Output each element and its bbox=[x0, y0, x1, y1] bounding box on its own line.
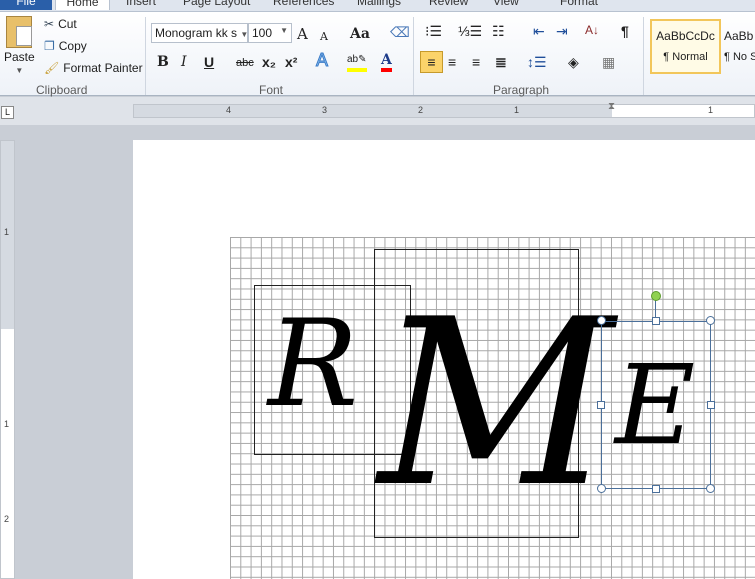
superscript-button[interactable]: x² bbox=[285, 54, 297, 70]
resize-handle[interactable] bbox=[597, 401, 605, 409]
style-label: ¶ No S bbox=[724, 51, 755, 63]
clipboard-icon bbox=[6, 16, 33, 48]
shading-icon[interactable]: ◈ bbox=[568, 54, 579, 70]
line-spacing-icon[interactable]: ↕☰ bbox=[527, 54, 547, 70]
tab-format[interactable]: Format bbox=[560, 0, 598, 10]
style-label: ¶ Normal bbox=[663, 51, 708, 63]
horizontal-ruler[interactable]: 4 3 2 1 1 ⧗ bbox=[133, 101, 755, 118]
resize-handle[interactable] bbox=[706, 484, 715, 493]
format-painter-label: Format Painter bbox=[63, 61, 143, 75]
sort-icon[interactable]: A↓ bbox=[585, 22, 599, 38]
clipboard-group-label: Clipboard bbox=[36, 83, 88, 97]
bold-button[interactable]: B bbox=[157, 54, 169, 70]
show-formatting-icon[interactable]: ¶ bbox=[621, 23, 629, 39]
shrink-font-icon[interactable]: A bbox=[320, 29, 328, 45]
ribbon: Paste ▼ ✂ Cut ❐ Copy 🖌 Format Painter Clipb… bbox=[0, 11, 755, 97]
ruler-number: 1 bbox=[4, 227, 10, 237]
tab-review[interactable]: Review bbox=[429, 0, 468, 10]
align-center-button[interactable]: ≡ bbox=[448, 54, 456, 70]
tab-mailings[interactable]: Mailings bbox=[357, 0, 401, 10]
tab-insert[interactable]: Insert bbox=[126, 0, 156, 10]
ruler-number: 3 bbox=[322, 105, 328, 115]
monogram-letter-left[interactable]: R bbox=[258, 290, 368, 440]
divider bbox=[413, 17, 414, 95]
resize-handle[interactable] bbox=[597, 484, 606, 493]
copy-icon: ❐ bbox=[44, 39, 55, 53]
ruler-margin bbox=[134, 105, 612, 117]
text-effects-icon[interactable]: A bbox=[315, 51, 328, 70]
resize-handle[interactable] bbox=[707, 401, 715, 409]
italic-button[interactable]: I bbox=[181, 54, 187, 70]
ruler-number: 1 bbox=[4, 419, 10, 429]
align-left-button[interactable]: ≡ bbox=[420, 51, 443, 73]
tab-selector[interactable]: L bbox=[1, 106, 14, 119]
ribbon-tabs: File Home Insert Page Layout References … bbox=[0, 0, 755, 11]
font-group-label: Font bbox=[259, 83, 284, 97]
ruler-number: 4 bbox=[226, 105, 232, 115]
style-no-spacing[interactable]: AaBb ¶ No S bbox=[724, 19, 755, 74]
chevron-down-icon: ▼ bbox=[15, 66, 24, 75]
font-size-select[interactable]: 100 ▼ bbox=[248, 23, 292, 43]
subscript-button[interactable]: x₂ bbox=[262, 54, 276, 70]
format-painter-button[interactable]: 🖌 Format Painter bbox=[44, 61, 143, 75]
paintbrush-icon: 🖌 bbox=[44, 61, 60, 75]
align-right-button[interactable]: ≡ bbox=[472, 54, 480, 70]
style-normal[interactable]: AaBbCcDc ¶ Normal bbox=[650, 19, 721, 74]
divider bbox=[145, 17, 146, 95]
ruler-number: 2 bbox=[418, 105, 424, 115]
copy-label: Copy bbox=[58, 39, 87, 53]
font-name-select[interactable]: Monogram kk s ▼ bbox=[151, 23, 248, 43]
decrease-indent-icon[interactable]: ⇤ bbox=[533, 23, 545, 39]
monogram-letter-right[interactable]: E bbox=[605, 335, 705, 475]
paste-button[interactable]: Paste ▼ bbox=[4, 16, 35, 75]
bullets-icon[interactable]: ⁝☰ bbox=[425, 23, 442, 39]
monogram-letter-center[interactable]: M bbox=[378, 270, 614, 540]
style-preview: AaBbCcDc bbox=[656, 29, 715, 43]
tab-view[interactable]: View bbox=[493, 0, 519, 10]
numbering-icon[interactable]: ⅓☰ bbox=[458, 23, 482, 39]
font-color-icon[interactable]: A bbox=[381, 52, 392, 72]
multilevel-list-icon[interactable]: ☷ bbox=[492, 23, 505, 39]
clear-formatting-icon[interactable]: ⌫ bbox=[390, 24, 410, 40]
cut-label: Cut bbox=[58, 17, 77, 31]
indent-marker[interactable]: ⧗ bbox=[608, 101, 615, 112]
change-case-icon[interactable]: Aa bbox=[350, 26, 370, 42]
grow-font-icon[interactable]: A bbox=[297, 26, 308, 42]
ruler-number: 2 bbox=[4, 514, 10, 524]
copy-button[interactable]: ❐ Copy bbox=[44, 39, 87, 53]
divider bbox=[643, 17, 644, 95]
tab-home[interactable]: Home bbox=[55, 0, 110, 10]
underline-button[interactable]: U bbox=[204, 54, 214, 70]
scissors-icon: ✂ bbox=[44, 17, 55, 31]
vertical-ruler[interactable]: 1 1 2 bbox=[0, 140, 15, 579]
ruler-number: 1 bbox=[708, 105, 714, 115]
resize-handle[interactable] bbox=[652, 485, 660, 493]
resize-handle[interactable] bbox=[706, 316, 715, 325]
rotate-handle[interactable] bbox=[651, 291, 661, 301]
tab-references[interactable]: References bbox=[273, 0, 334, 10]
cut-button[interactable]: ✂ Cut bbox=[44, 17, 77, 31]
style-preview: AaBb bbox=[724, 29, 754, 43]
highlight-icon[interactable]: ab✎ bbox=[347, 52, 367, 72]
ruler-number: 1 bbox=[514, 105, 520, 115]
strikethrough-button[interactable]: abc bbox=[236, 55, 254, 71]
tab-file[interactable]: File bbox=[0, 0, 52, 10]
resize-handle[interactable] bbox=[652, 317, 660, 325]
resize-handle[interactable] bbox=[597, 316, 606, 325]
paragraph-group-label: Paragraph bbox=[493, 83, 550, 97]
increase-indent-icon[interactable]: ⇥ bbox=[556, 23, 568, 39]
paste-label: Paste bbox=[4, 50, 35, 64]
tab-page-layout[interactable]: Page Layout bbox=[183, 0, 250, 10]
borders-icon[interactable]: ▦ bbox=[602, 54, 615, 70]
justify-button[interactable]: ≣ bbox=[495, 54, 507, 70]
